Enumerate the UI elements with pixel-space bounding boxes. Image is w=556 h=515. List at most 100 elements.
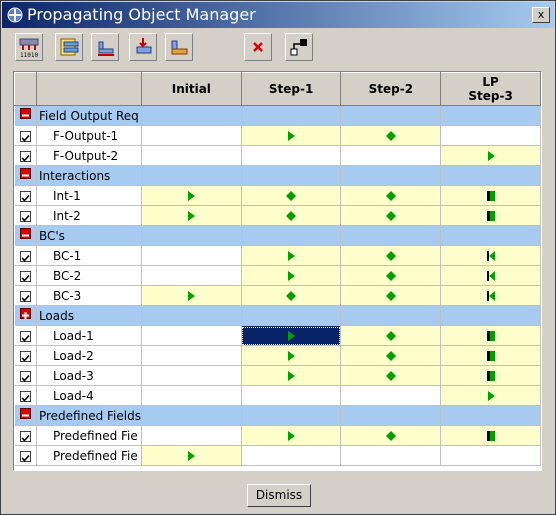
step-status-cell[interactable] (340, 365, 442, 386)
group-row[interactable]: Field Output Req (14, 105, 541, 126)
group-row[interactable]: Predefined Fields (14, 405, 541, 426)
step-status-cell[interactable] (241, 285, 342, 306)
collapse-icon[interactable] (19, 408, 31, 419)
row-checkbox[interactable] (19, 130, 31, 142)
row-checkbox[interactable] (19, 270, 31, 282)
object-row[interactable]: F-Output-1 (14, 125, 541, 146)
step-status-cell[interactable] (340, 145, 442, 166)
checkbox-cell[interactable] (14, 205, 37, 226)
step-status-cell[interactable] (440, 285, 541, 306)
checkbox-cell[interactable] (14, 425, 37, 446)
step-status-cell[interactable] (241, 325, 342, 346)
checkbox-cell[interactable] (14, 365, 37, 386)
object-row[interactable]: BC-2 (14, 265, 541, 286)
row-checkbox[interactable] (19, 390, 31, 402)
step-status-cell[interactable] (241, 445, 342, 466)
step-status-cell[interactable] (241, 145, 342, 166)
step-status-cell[interactable] (141, 325, 242, 346)
step-status-cell[interactable] (340, 325, 442, 346)
step-status-cell[interactable] (141, 185, 242, 206)
checkbox-cell[interactable] (14, 145, 37, 166)
group-row[interactable]: Interactions (14, 165, 541, 186)
predefined-field-button[interactable] (165, 33, 193, 61)
step-status-cell[interactable] (241, 185, 342, 206)
step-status-cell[interactable] (241, 125, 342, 146)
step-status-cell[interactable] (440, 365, 541, 386)
step-status-cell[interactable] (241, 345, 342, 366)
step-status-cell[interactable] (141, 245, 242, 266)
step-status-cell[interactable] (141, 425, 242, 446)
step-status-cell[interactable] (440, 185, 541, 206)
collapse-icon[interactable] (19, 168, 31, 179)
step-status-cell[interactable] (141, 345, 242, 366)
checkbox-cell[interactable] (14, 325, 37, 346)
group-row[interactable]: Loads (14, 305, 541, 326)
title-bar[interactable]: Propagating Object Manager x (2, 2, 554, 28)
group-row[interactable]: BC's (14, 225, 541, 246)
step-status-cell[interactable] (141, 205, 242, 226)
checkbox-cell[interactable] (14, 385, 37, 406)
checkbox-cell[interactable] (14, 445, 37, 466)
row-checkbox[interactable] (19, 150, 31, 162)
field-output-button[interactable] (55, 33, 83, 61)
delete-button[interactable] (244, 33, 272, 61)
column-header[interactable]: Step-1 (240, 72, 342, 106)
step-status-cell[interactable] (141, 365, 242, 386)
step-status-cell[interactable] (440, 445, 541, 466)
step-status-cell[interactable] (141, 385, 242, 406)
object-row[interactable]: Load-2 (14, 345, 541, 366)
checkbox-cell[interactable] (14, 345, 37, 366)
step-status-cell[interactable] (340, 425, 442, 446)
step-status-cell[interactable] (141, 125, 242, 146)
step-status-cell[interactable] (241, 245, 342, 266)
expand-icon[interactable] (19, 308, 31, 319)
group-toggle-cell[interactable] (14, 165, 37, 186)
step-status-cell[interactable] (340, 445, 442, 466)
step-status-cell[interactable] (241, 425, 342, 446)
step-status-cell[interactable] (340, 385, 442, 406)
group-toggle-cell[interactable] (14, 405, 37, 426)
step-status-cell[interactable] (440, 265, 541, 286)
row-checkbox[interactable] (19, 370, 31, 382)
step-status-cell[interactable] (340, 205, 442, 226)
step-status-cell[interactable] (241, 365, 342, 386)
step-status-cell[interactable] (141, 265, 242, 286)
column-header[interactable]: Step-2 (340, 72, 442, 106)
step-status-cell[interactable] (340, 125, 442, 146)
rename-button[interactable] (285, 33, 313, 61)
step-status-cell[interactable] (340, 245, 442, 266)
row-checkbox[interactable] (19, 250, 31, 262)
step-status-cell[interactable] (340, 285, 442, 306)
row-checkbox[interactable] (19, 350, 31, 362)
step-sequence-button[interactable]: 11010 (15, 33, 43, 61)
step-status-cell[interactable] (340, 185, 442, 206)
step-status-cell[interactable] (141, 445, 242, 466)
step-status-cell[interactable] (241, 265, 342, 286)
boundary-condition-button[interactable] (91, 33, 119, 61)
step-status-cell[interactable] (241, 205, 342, 226)
checkbox-cell[interactable] (14, 245, 37, 266)
row-checkbox[interactable] (19, 330, 31, 342)
step-status-cell[interactable] (440, 385, 541, 406)
collapse-icon[interactable] (19, 228, 31, 239)
step-status-cell[interactable] (241, 385, 342, 406)
dismiss-button[interactable]: Dismiss (247, 484, 311, 507)
step-status-cell[interactable] (440, 425, 541, 446)
step-status-cell[interactable] (440, 245, 541, 266)
object-row[interactable]: BC-1 (14, 245, 541, 266)
checkbox-cell[interactable] (14, 185, 37, 206)
step-status-cell[interactable] (440, 345, 541, 366)
row-checkbox[interactable] (19, 190, 31, 202)
row-checkbox[interactable] (19, 430, 31, 442)
group-toggle-cell[interactable] (14, 225, 37, 246)
row-checkbox[interactable] (19, 290, 31, 302)
object-row[interactable]: Predefined Fie (14, 425, 541, 446)
object-row[interactable]: BC-3 (14, 285, 541, 306)
step-status-cell[interactable] (440, 205, 541, 226)
object-row[interactable]: Load-3 (14, 365, 541, 386)
load-button[interactable] (129, 33, 157, 61)
object-row[interactable]: Int-1 (14, 185, 541, 206)
group-toggle-cell[interactable] (14, 105, 37, 126)
step-status-cell[interactable] (440, 125, 541, 146)
object-row[interactable]: Int-2 (14, 205, 541, 226)
